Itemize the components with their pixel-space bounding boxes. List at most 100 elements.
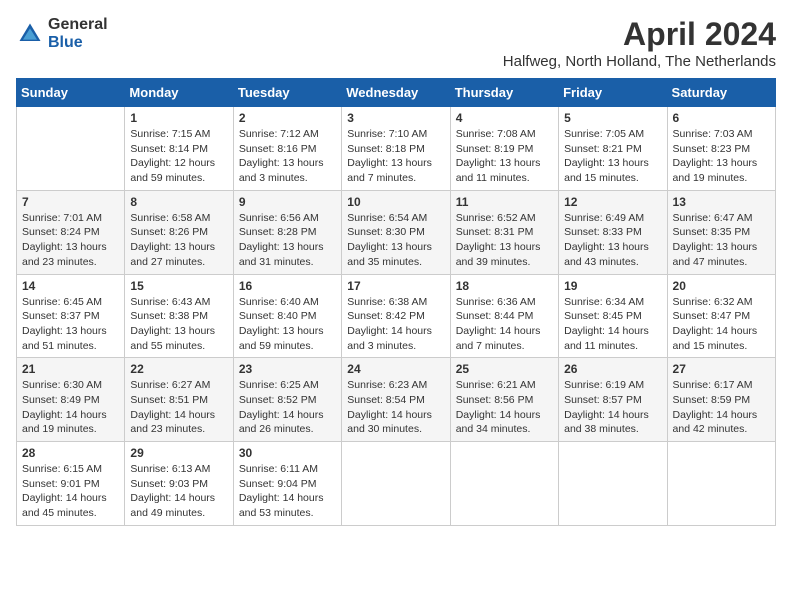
- calendar-week-2: 7 Sunrise: 7:01 AM Sunset: 8:24 PM Daylig…: [17, 190, 776, 274]
- calendar-cell: 20 Sunrise: 6:32 AM Sunset: 8:47 PM Dayli…: [667, 274, 775, 358]
- day-number: 26: [564, 362, 661, 376]
- calendar-cell: 3 Sunrise: 7:10 AM Sunset: 8:18 PM Daylig…: [342, 107, 450, 191]
- calendar-cell: 29 Sunrise: 6:13 AM Sunset: 9:03 PM Dayli…: [125, 442, 233, 526]
- header-wednesday: Wednesday: [342, 79, 450, 107]
- day-number: 8: [130, 195, 227, 209]
- calendar-cell: 2 Sunrise: 7:12 AM Sunset: 8:16 PM Daylig…: [233, 107, 341, 191]
- day-content: Sunrise: 6:43 AM Sunset: 8:38 PM Dayligh…: [130, 295, 227, 354]
- page-header: General Blue April 2024 Halfweg, North H…: [16, 16, 776, 70]
- day-content: Sunrise: 6:27 AM Sunset: 8:51 PM Dayligh…: [130, 378, 227, 437]
- day-number: 17: [347, 279, 444, 293]
- day-content: Sunrise: 6:13 AM Sunset: 9:03 PM Dayligh…: [130, 462, 227, 521]
- logo-general-text: General: [48, 16, 108, 34]
- header-saturday: Saturday: [667, 79, 775, 107]
- day-number: 20: [673, 279, 770, 293]
- day-number: 28: [22, 446, 119, 460]
- calendar-cell: [667, 442, 775, 526]
- calendar-cell: 23 Sunrise: 6:25 AM Sunset: 8:52 PM Dayli…: [233, 358, 341, 442]
- calendar-cell: 24 Sunrise: 6:23 AM Sunset: 8:54 PM Dayli…: [342, 358, 450, 442]
- day-content: Sunrise: 6:52 AM Sunset: 8:31 PM Dayligh…: [456, 211, 553, 270]
- day-content: Sunrise: 6:19 AM Sunset: 8:57 PM Dayligh…: [564, 378, 661, 437]
- day-number: 2: [239, 111, 336, 125]
- day-content: Sunrise: 6:56 AM Sunset: 8:28 PM Dayligh…: [239, 211, 336, 270]
- day-number: 3: [347, 111, 444, 125]
- calendar-cell: 27 Sunrise: 6:17 AM Sunset: 8:59 PM Dayli…: [667, 358, 775, 442]
- calendar-cell: 14 Sunrise: 6:45 AM Sunset: 8:37 PM Dayli…: [17, 274, 125, 358]
- calendar-cell: 18 Sunrise: 6:36 AM Sunset: 8:44 PM Dayli…: [450, 274, 558, 358]
- day-number: 13: [673, 195, 770, 209]
- calendar-cell: [342, 442, 450, 526]
- day-content: Sunrise: 7:15 AM Sunset: 8:14 PM Dayligh…: [130, 127, 227, 186]
- day-content: Sunrise: 6:23 AM Sunset: 8:54 PM Dayligh…: [347, 378, 444, 437]
- calendar-week-1: 1Sunrise: 7:15 AM Sunset: 8:14 PM Daylig…: [17, 107, 776, 191]
- day-number: 29: [130, 446, 227, 460]
- day-number: 18: [456, 279, 553, 293]
- day-number: 12: [564, 195, 661, 209]
- calendar-cell: 19Sunrise: 6:34 AM Sunset: 8:45 PM Dayli…: [559, 274, 667, 358]
- logo-blue-text: Blue: [48, 34, 108, 52]
- day-content: Sunrise: 6:15 AM Sunset: 9:01 PM Dayligh…: [22, 462, 119, 521]
- calendar-cell: 13Sunrise: 6:47 AM Sunset: 8:35 PM Dayli…: [667, 190, 775, 274]
- header-sunday: Sunday: [17, 79, 125, 107]
- calendar-cell: 21 Sunrise: 6:30 AM Sunset: 8:49 PM Dayli…: [17, 358, 125, 442]
- calendar-week-3: 14 Sunrise: 6:45 AM Sunset: 8:37 PM Dayli…: [17, 274, 776, 358]
- calendar-cell: 10Sunrise: 6:54 AM Sunset: 8:30 PM Dayli…: [342, 190, 450, 274]
- day-content: Sunrise: 7:05 AM Sunset: 8:21 PM Dayligh…: [564, 127, 661, 186]
- day-content: Sunrise: 6:45 AM Sunset: 8:37 PM Dayligh…: [22, 295, 119, 354]
- calendar-cell: 5Sunrise: 7:05 AM Sunset: 8:21 PM Daylig…: [559, 107, 667, 191]
- day-number: 11: [456, 195, 553, 209]
- calendar-cell: 12 Sunrise: 6:49 AM Sunset: 8:33 PM Dayli…: [559, 190, 667, 274]
- day-number: 30: [239, 446, 336, 460]
- calendar-week-4: 21 Sunrise: 6:30 AM Sunset: 8:49 PM Dayli…: [17, 358, 776, 442]
- calendar-cell: 4 Sunrise: 7:08 AM Sunset: 8:19 PM Daylig…: [450, 107, 558, 191]
- day-content: Sunrise: 6:40 AM Sunset: 8:40 PM Dayligh…: [239, 295, 336, 354]
- day-number: 14: [22, 279, 119, 293]
- day-number: 15: [130, 279, 227, 293]
- logo: General Blue: [16, 16, 108, 51]
- day-content: Sunrise: 6:32 AM Sunset: 8:47 PM Dayligh…: [673, 295, 770, 354]
- day-number: 10: [347, 195, 444, 209]
- day-content: Sunrise: 6:49 AM Sunset: 8:33 PM Dayligh…: [564, 211, 661, 270]
- calendar-title: April 2024: [503, 16, 776, 53]
- header-friday: Friday: [559, 79, 667, 107]
- day-number: 23: [239, 362, 336, 376]
- calendar-header-row: SundayMondayTuesdayWednesdayThursdayFrid…: [17, 79, 776, 107]
- calendar-cell: 16 Sunrise: 6:40 AM Sunset: 8:40 PM Dayli…: [233, 274, 341, 358]
- day-content: Sunrise: 7:10 AM Sunset: 8:18 PM Dayligh…: [347, 127, 444, 186]
- day-content: Sunrise: 6:25 AM Sunset: 8:52 PM Dayligh…: [239, 378, 336, 437]
- day-number: 25: [456, 362, 553, 376]
- day-number: 22: [130, 362, 227, 376]
- title-block: April 2024 Halfweg, North Holland, The N…: [503, 16, 776, 70]
- day-content: Sunrise: 7:12 AM Sunset: 8:16 PM Dayligh…: [239, 127, 336, 186]
- calendar-table: SundayMondayTuesdayWednesdayThursdayFrid…: [16, 78, 776, 526]
- day-content: Sunrise: 7:03 AM Sunset: 8:23 PM Dayligh…: [673, 127, 770, 186]
- day-content: Sunrise: 6:30 AM Sunset: 8:49 PM Dayligh…: [22, 378, 119, 437]
- header-monday: Monday: [125, 79, 233, 107]
- calendar-cell: 9Sunrise: 6:56 AM Sunset: 8:28 PM Daylig…: [233, 190, 341, 274]
- calendar-week-5: 28 Sunrise: 6:15 AM Sunset: 9:01 PM Dayli…: [17, 442, 776, 526]
- day-content: Sunrise: 7:01 AM Sunset: 8:24 PM Dayligh…: [22, 211, 119, 270]
- calendar-cell: 30Sunrise: 6:11 AM Sunset: 9:04 PM Dayli…: [233, 442, 341, 526]
- calendar-subtitle: Halfweg, North Holland, The Netherlands: [503, 53, 776, 70]
- calendar-cell: 15 Sunrise: 6:43 AM Sunset: 8:38 PM Dayli…: [125, 274, 233, 358]
- calendar-cell: 17 Sunrise: 6:38 AM Sunset: 8:42 PM Dayli…: [342, 274, 450, 358]
- day-content: Sunrise: 6:34 AM Sunset: 8:45 PM Dayligh…: [564, 295, 661, 354]
- calendar-cell: 25Sunrise: 6:21 AM Sunset: 8:56 PM Dayli…: [450, 358, 558, 442]
- header-tuesday: Tuesday: [233, 79, 341, 107]
- day-number: 16: [239, 279, 336, 293]
- calendar-cell: [17, 107, 125, 191]
- calendar-cell: 28 Sunrise: 6:15 AM Sunset: 9:01 PM Dayli…: [17, 442, 125, 526]
- day-number: 7: [22, 195, 119, 209]
- day-content: Sunrise: 6:38 AM Sunset: 8:42 PM Dayligh…: [347, 295, 444, 354]
- day-content: Sunrise: 6:17 AM Sunset: 8:59 PM Dayligh…: [673, 378, 770, 437]
- header-thursday: Thursday: [450, 79, 558, 107]
- day-content: Sunrise: 7:08 AM Sunset: 8:19 PM Dayligh…: [456, 127, 553, 186]
- day-number: 27: [673, 362, 770, 376]
- day-number: 4: [456, 111, 553, 125]
- calendar-cell: 11 Sunrise: 6:52 AM Sunset: 8:31 PM Dayli…: [450, 190, 558, 274]
- day-number: 21: [22, 362, 119, 376]
- day-content: Sunrise: 6:36 AM Sunset: 8:44 PM Dayligh…: [456, 295, 553, 354]
- day-number: 24: [347, 362, 444, 376]
- calendar-cell: 22 Sunrise: 6:27 AM Sunset: 8:51 PM Dayli…: [125, 358, 233, 442]
- day-number: 6: [673, 111, 770, 125]
